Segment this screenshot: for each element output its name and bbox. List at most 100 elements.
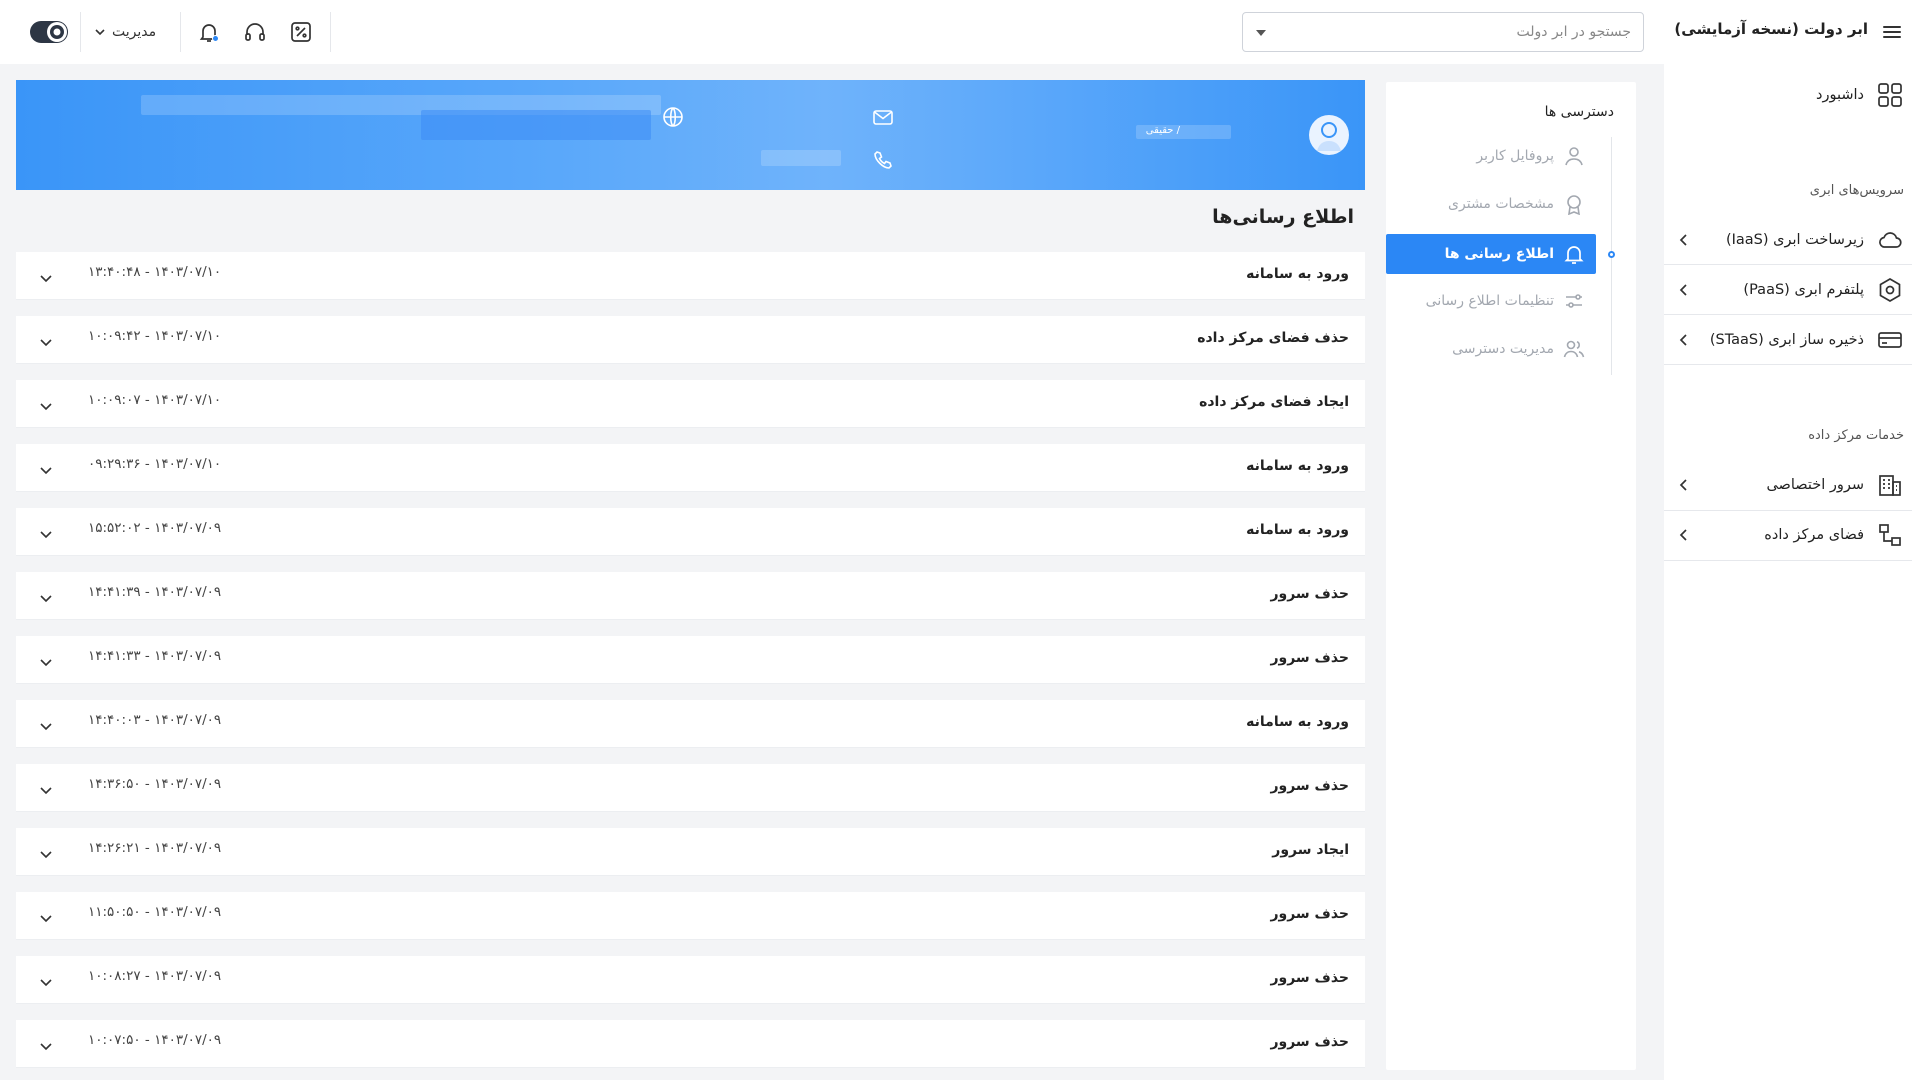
notification-time: ۱۴۰۳/۰۷/۰۹ - ۱۰:۰۷:۵۰ — [88, 1032, 222, 1048]
notification-time: ۱۴۰۳/۰۷/۰۹ - ۱۵:۵۲:۰۲ — [88, 520, 222, 536]
discount-icon[interactable] — [288, 19, 314, 45]
main-sidebar: ابر دولت (نسخه آزمایشی) داشبورد سرویس‌ها… — [1664, 0, 1920, 1080]
notification-title: حذف فضای مرکز داده — [1197, 330, 1349, 346]
notification-row[interactable]: حذف سرور ۱۴۰۳/۰۷/۰۹ - ۱۴:۳۶:۵۰ — [16, 764, 1365, 812]
chevron-down-icon — [95, 29, 105, 36]
hexagon-settings-icon — [1876, 276, 1904, 304]
notification-row[interactable]: ایجاد فضای مرکز داده ۱۴۰۳/۰۷/۱۰ - ۱۰:۰۹:… — [16, 380, 1365, 428]
phone-icon[interactable] — [871, 148, 895, 172]
sidebar-divider — [1664, 364, 1912, 365]
sidebar-item-dedicated-server[interactable]: سرور اختصاصی — [1664, 463, 1920, 507]
notification-row[interactable]: ورود به سامانه ۱۴۰۳/۰۷/۱۰ - ۱۳:۴۰:۴۸ — [16, 252, 1365, 300]
menu-item-label: پروفایل کاربر — [1476, 148, 1554, 164]
sidebar-item-label: ذخیره ساز ابری (STaaS) — [1709, 332, 1864, 348]
notification-title: حذف سرور — [1270, 650, 1349, 666]
notification-time: ۱۴۰۳/۰۷/۰۹ - ۱۴:۴۰:۰۳ — [88, 712, 222, 728]
notification-title: حذف سرور — [1270, 1034, 1349, 1050]
bell-icon — [1562, 242, 1586, 266]
sidebar-header: ابر دولت (نسخه آزمایشی) — [1664, 0, 1920, 64]
sidebar-divider — [1664, 314, 1912, 315]
sidebar-item-iaas[interactable]: زیرساخت ابری (IaaS) — [1664, 218, 1920, 262]
notification-title: حذف سرور — [1270, 906, 1349, 922]
notification-title: حذف سرور — [1270, 778, 1349, 794]
topbar-divider — [80, 12, 81, 52]
menu-item-label: مدیریت دسترسی — [1452, 341, 1554, 357]
notification-time: ۱۴۰۳/۰۷/۰۹ - ۱۴:۳۶:۵۰ — [88, 776, 222, 792]
menu-icon[interactable] — [1880, 20, 1904, 44]
chevron-down-icon[interactable] — [36, 524, 56, 544]
notification-row[interactable]: حذف سرور ۱۴۰۳/۰۷/۰۹ - ۱۴:۴۱:۳۳ — [16, 636, 1365, 684]
chevron-left-icon — [1676, 332, 1692, 348]
menu-rail-indicator — [1608, 251, 1615, 258]
chevron-down-icon[interactable] — [36, 460, 56, 480]
admin-label: مدیریت — [112, 24, 157, 40]
notification-time: ۱۴۰۳/۰۷/۰۹ - ۱۱:۵۰:۵۰ — [88, 904, 222, 920]
menu-item-label: مشخصات مشتری — [1448, 196, 1554, 212]
sidebar-item-label: پلتفرم ابری (PaaS) — [1743, 282, 1864, 298]
notification-time: ۱۴۰۳/۰۷/۰۹ - ۱۴:۴۱:۳۹ — [88, 584, 222, 600]
chevron-down-icon[interactable] — [36, 1036, 56, 1056]
search-input[interactable] — [1283, 13, 1643, 51]
notification-row[interactable]: ورود به سامانه ۱۴۰۳/۰۷/۰۹ - ۱۴:۴۰:۰۳ — [16, 700, 1365, 748]
topbar-divider — [180, 12, 181, 52]
chevron-left-icon — [1676, 232, 1692, 248]
user-type-label: / حقیقی — [1145, 125, 1180, 136]
theme-toggle[interactable] — [30, 21, 68, 43]
notification-row[interactable]: ورود به سامانه ۱۴۰۳/۰۷/۱۰ - ۰۹:۲۹:۳۶ — [16, 444, 1365, 492]
building-icon — [1876, 471, 1904, 499]
chevron-down-icon[interactable] — [36, 780, 56, 800]
notification-title: ورود به سامانه — [1246, 458, 1349, 474]
menu-item-label: اطلاع رسانی ها — [1444, 246, 1554, 262]
sidebar-item-paas[interactable]: پلتفرم ابری (PaaS) — [1664, 268, 1920, 312]
notification-title: ایجاد فضای مرکز داده — [1199, 394, 1349, 410]
notification-row[interactable]: ورود به سامانه ۱۴۰۳/۰۷/۰۹ - ۱۵:۵۲:۰۲ — [16, 508, 1365, 556]
notification-row[interactable]: حذف سرور ۱۴۰۳/۰۷/۰۹ - ۱۰:۰۸:۲۷ — [16, 956, 1365, 1004]
bell-icon[interactable] — [196, 19, 222, 45]
admin-dropdown[interactable]: مدیریت — [94, 20, 156, 44]
chevron-down-icon[interactable] — [36, 652, 56, 672]
sidebar-divider — [1664, 510, 1912, 511]
sidebar-divider — [1664, 560, 1912, 561]
notification-time: ۱۴۰۳/۰۷/۱۰ - ۱۰:۰۹:۴۲ — [88, 328, 222, 344]
menu-item-label: تنظیمات اطلاع رسانی — [1425, 293, 1554, 309]
notification-row[interactable]: حذف فضای مرکز داده ۱۴۰۳/۰۷/۱۰ - ۱۰:۰۹:۴۲ — [16, 316, 1365, 364]
notification-title: ورود به سامانه — [1246, 714, 1349, 730]
notification-row[interactable]: ایجاد سرور ۱۴۰۳/۰۷/۰۹ - ۱۴:۲۶:۲۱ — [16, 828, 1365, 876]
sidebar-item-label: زیرساخت ابری (IaaS) — [1725, 232, 1864, 248]
sidebar-item-datacenter-space[interactable]: فضای مرکز داده — [1664, 513, 1920, 557]
top-bar: مدیریت — [0, 0, 1664, 64]
notification-time: ۱۴۰۳/۰۷/۰۹ - ۱۴:۴۱:۳۳ — [88, 648, 222, 664]
chevron-down-icon[interactable] — [36, 716, 56, 736]
globe-icon[interactable] — [661, 105, 685, 129]
chevron-down-icon[interactable] — [36, 332, 56, 352]
chevron-down-icon[interactable] — [36, 844, 56, 864]
sidebar-item-label: سرور اختصاصی — [1766, 477, 1864, 493]
menu-item-access-management[interactable]: مدیریت دسترسی — [1386, 329, 1596, 369]
sidebar-section-cloud: سرویس‌های ابری — [1809, 183, 1904, 198]
chevron-down-icon[interactable] — [36, 972, 56, 992]
sidebar-item-dashboard[interactable]: داشبورد — [1664, 73, 1920, 117]
notification-row[interactable]: حذف سرور ۱۴۰۳/۰۷/۰۹ - ۱۱:۵۰:۵۰ — [16, 892, 1365, 940]
notification-title: ورود به سامانه — [1246, 266, 1349, 282]
caret-down-icon[interactable] — [1255, 27, 1267, 39]
chevron-down-icon[interactable] — [36, 588, 56, 608]
notification-row[interactable]: حذف سرور ۱۴۰۳/۰۷/۰۹ - ۱۰:۰۷:۵۰ — [16, 1020, 1365, 1068]
cloud-icon — [1876, 226, 1904, 254]
headset-icon[interactable] — [242, 19, 268, 45]
mail-icon[interactable] — [871, 105, 895, 129]
chevron-down-icon[interactable] — [36, 268, 56, 288]
sidebar-item-label: فضای مرکز داده — [1764, 527, 1864, 543]
profile-banner: / حقیقی — [16, 80, 1365, 190]
menu-item-notification-settings[interactable]: تنظیمات اطلاع رسانی — [1386, 281, 1596, 321]
notification-title: حذف سرور — [1270, 586, 1349, 602]
chevron-down-icon[interactable] — [36, 908, 56, 928]
menu-item-user-profile[interactable]: پروفایل کاربر — [1386, 136, 1596, 176]
avatar[interactable] — [1309, 115, 1349, 155]
notification-row[interactable]: حذف سرور ۱۴۰۳/۰۷/۰۹ - ۱۴:۴۱:۳۹ — [16, 572, 1365, 620]
sidebar-section-datacenter: خدمات مرکز داده — [1808, 428, 1904, 443]
sidebar-item-staas[interactable]: ذخیره ساز ابری (STaaS) — [1664, 318, 1920, 362]
menu-item-customer-info[interactable]: مشخصات مشتری — [1386, 184, 1596, 224]
chevron-down-icon[interactable] — [36, 396, 56, 416]
notification-time: ۱۴۰۳/۰۷/۱۰ - ۱۳:۴۰:۴۸ — [88, 264, 222, 280]
menu-item-notifications[interactable]: اطلاع رسانی ها — [1386, 234, 1596, 274]
